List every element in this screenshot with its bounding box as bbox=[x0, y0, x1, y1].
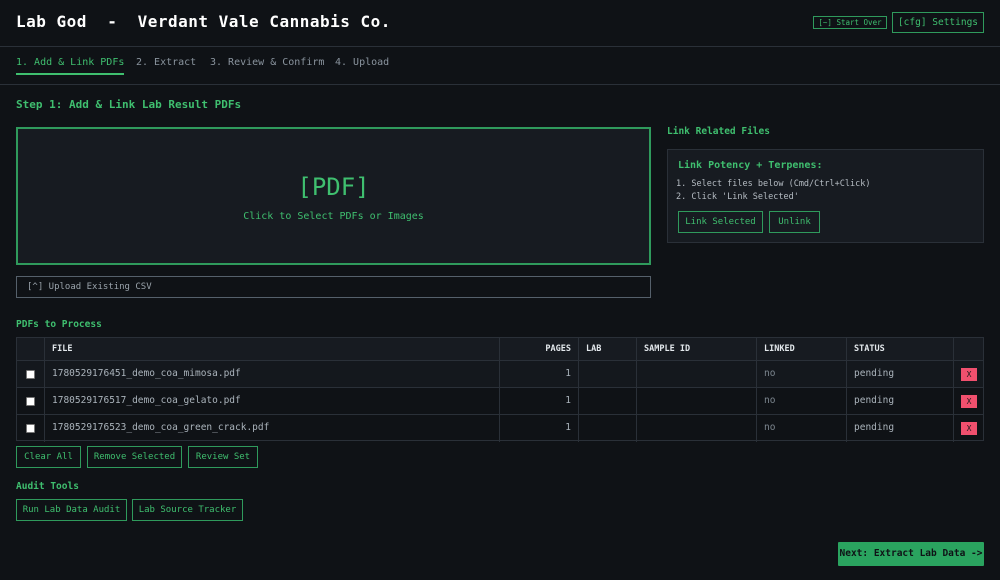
column-lab: LAB bbox=[579, 338, 637, 360]
link-instruction-1: 1. Select files below (Cmd/Ctrl+Click) bbox=[676, 179, 871, 189]
link-panel-title: Link Potency + Terpenes: bbox=[678, 160, 823, 171]
step-heading: Step 1: Add & Link Lab Result PDFs bbox=[16, 98, 242, 111]
row-checkbox[interactable] bbox=[26, 424, 35, 433]
upload-csv-button[interactable]: [^] Upload Existing CSV bbox=[16, 276, 651, 298]
status-text: pending bbox=[847, 361, 954, 387]
sample-id bbox=[637, 388, 757, 414]
review-set-button[interactable]: Review Set bbox=[188, 446, 258, 468]
status-text: pending bbox=[847, 415, 954, 442]
lab-name bbox=[579, 388, 637, 414]
app-header: Lab God - Verdant Vale Cannabis Co. [~] … bbox=[0, 0, 1000, 47]
next-extract-button[interactable]: Next: Extract Lab Data -> bbox=[838, 542, 984, 566]
unlink-button[interactable]: Unlink bbox=[769, 211, 820, 233]
pdfs-heading: PDFs to Process bbox=[16, 319, 102, 330]
sample-id bbox=[637, 361, 757, 387]
status-text: pending bbox=[847, 388, 954, 414]
linked-status: no bbox=[757, 388, 847, 414]
lab-name bbox=[579, 415, 637, 442]
link-selected-button[interactable]: Link Selected bbox=[678, 211, 763, 233]
remove-column-header bbox=[954, 338, 985, 360]
sample-id bbox=[637, 415, 757, 442]
step-tabs: 1. Add & Link PDFs 2. Extract 3. Review … bbox=[0, 47, 1000, 85]
link-instruction-2: 2. Click 'Link Selected' bbox=[676, 192, 799, 202]
table-row: 1780529176517_demo_coa_gelato.pdf 1 no p… bbox=[17, 388, 983, 415]
dropzone-label: Click to Select PDFs or Images bbox=[243, 211, 424, 222]
column-linked: LINKED bbox=[757, 338, 847, 360]
column-file: FILE bbox=[45, 338, 500, 360]
link-panel: Link Potency + Terpenes: 1. Select files… bbox=[667, 149, 984, 243]
file-name: 1780529176523_demo_coa_green_crack.pdf bbox=[45, 415, 500, 442]
column-sample-id: SAMPLE ID bbox=[637, 338, 757, 360]
pdf-table: FILE PAGES LAB SAMPLE ID LINKED STATUS 1… bbox=[16, 337, 984, 442]
table-row: 1780529176451_demo_coa_mimosa.pdf 1 no p… bbox=[17, 361, 983, 388]
lab-name bbox=[579, 361, 637, 387]
row-checkbox[interactable] bbox=[26, 370, 35, 379]
clear-all-button[interactable]: Clear All bbox=[16, 446, 81, 468]
remove-selected-button[interactable]: Remove Selected bbox=[87, 446, 182, 468]
pdf-icon: [PDF] bbox=[297, 173, 370, 201]
file-name: 1780529176517_demo_coa_gelato.pdf bbox=[45, 388, 500, 414]
settings-button[interactable]: [cfg] Settings bbox=[892, 12, 984, 33]
tab-upload[interactable]: 4. Upload bbox=[335, 57, 389, 75]
start-over-button[interactable]: [~] Start Over bbox=[813, 16, 887, 29]
row-checkbox[interactable] bbox=[26, 397, 35, 406]
table-row: 1780529176523_demo_coa_green_crack.pdf 1… bbox=[17, 415, 983, 442]
remove-row-button[interactable]: X bbox=[961, 368, 977, 381]
remove-row-button[interactable]: X bbox=[961, 395, 977, 408]
remove-row-button[interactable]: X bbox=[961, 422, 977, 435]
table-header: FILE PAGES LAB SAMPLE ID LINKED STATUS bbox=[17, 338, 983, 361]
tab-add-link-pdfs[interactable]: 1. Add & Link PDFs bbox=[16, 57, 125, 75]
lab-source-tracker-button[interactable]: Lab Source Tracker bbox=[132, 499, 243, 521]
link-files-heading: Link Related Files bbox=[667, 126, 770, 137]
tab-extract[interactable]: 2. Extract bbox=[136, 57, 196, 75]
page-count: 1 bbox=[500, 361, 579, 387]
app-title: Lab God - Verdant Vale Cannabis Co. bbox=[16, 12, 391, 31]
linked-status: no bbox=[757, 415, 847, 442]
column-status: STATUS bbox=[847, 338, 954, 360]
page-count: 1 bbox=[500, 415, 579, 442]
file-name: 1780529176451_demo_coa_mimosa.pdf bbox=[45, 361, 500, 387]
page-count: 1 bbox=[500, 388, 579, 414]
run-audit-button[interactable]: Run Lab Data Audit bbox=[16, 499, 127, 521]
linked-status: no bbox=[757, 361, 847, 387]
select-column-header bbox=[17, 338, 45, 360]
tab-review-confirm[interactable]: 3. Review & Confirm bbox=[210, 57, 324, 75]
column-pages: PAGES bbox=[500, 338, 579, 360]
pdf-dropzone[interactable]: [PDF] Click to Select PDFs or Images bbox=[16, 127, 651, 265]
audit-tools-heading: Audit Tools bbox=[16, 481, 79, 492]
